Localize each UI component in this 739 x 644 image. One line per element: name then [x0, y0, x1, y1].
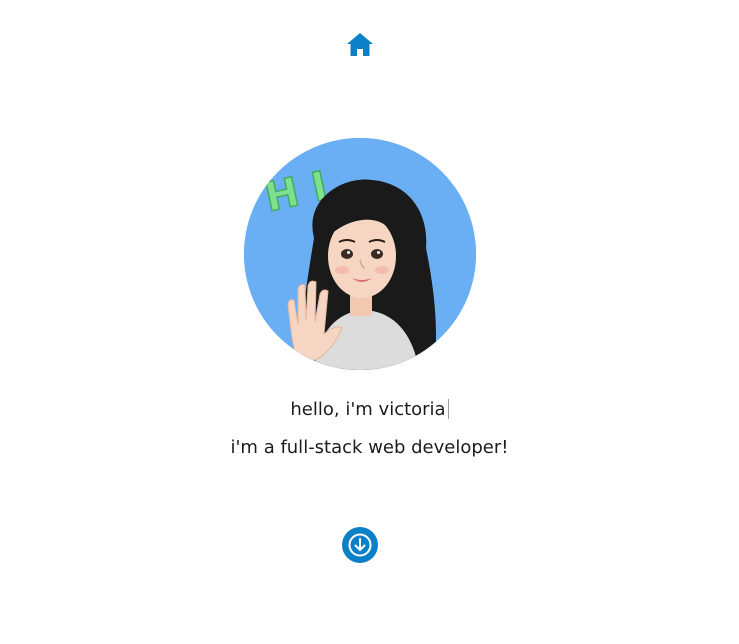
home-icon — [346, 32, 374, 58]
typing-caret — [447, 399, 449, 419]
avatar: HI — [244, 138, 476, 370]
arrow-down-circle-icon — [342, 527, 378, 563]
greeting-heading: hello, i'm victoria — [0, 398, 739, 422]
scroll-down-button[interactable] — [342, 527, 378, 563]
home-link[interactable] — [346, 32, 374, 58]
subtitle-text: i'm a full-stack web developer! — [230, 437, 509, 458]
greeting-text: hello, i'm victoria — [290, 399, 446, 420]
